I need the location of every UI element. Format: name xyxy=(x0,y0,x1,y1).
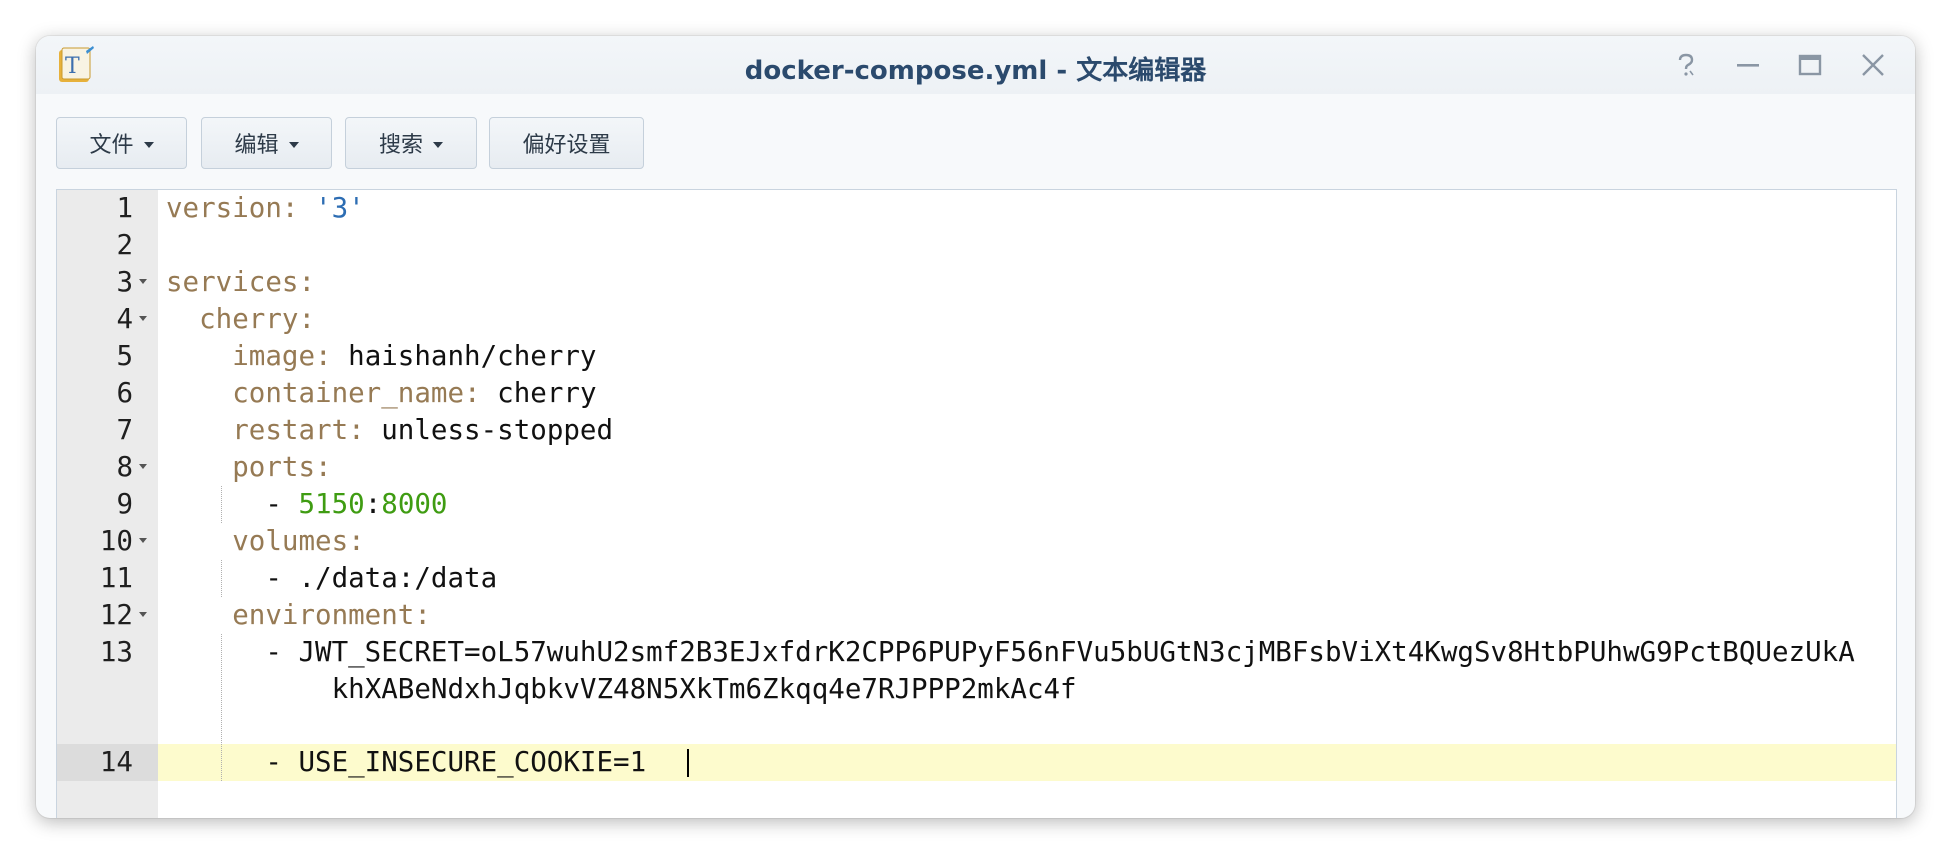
line-number: 9 xyxy=(116,488,133,520)
yaml-key: restart: xyxy=(232,414,365,446)
code-line-11: - ./data:/data xyxy=(166,560,497,597)
code-line-8: ports: xyxy=(166,449,332,486)
fold-toggle-icon[interactable] xyxy=(139,279,147,284)
line-number: 8 xyxy=(116,451,133,483)
code-line-7: restart: unless-stopped xyxy=(166,412,613,449)
yaml-value: - JWT_SECRET=oL57wuhU2smf2B3EJxfdrK2CPP6… xyxy=(265,636,1855,668)
line-number: 1 xyxy=(116,192,133,224)
code-line-3: services: xyxy=(166,264,315,301)
yaml-value: cherry xyxy=(497,377,597,409)
search-menu-button[interactable]: 搜索 xyxy=(345,117,477,169)
yaml-colon: : xyxy=(364,488,382,520)
yaml-key: image: xyxy=(232,340,332,372)
line-number: 6 xyxy=(116,377,133,409)
line-number: 11 xyxy=(99,562,133,594)
file-menu-button[interactable]: 文件 xyxy=(56,117,187,169)
line-number: 2 xyxy=(116,229,133,261)
yaml-dash: - xyxy=(265,488,282,520)
yaml-key: container_name: xyxy=(232,377,481,409)
line-number: 7 xyxy=(116,414,133,446)
code-line-14: - USE_INSECURE_COOKIE=1 xyxy=(166,744,646,781)
code-line-4: cherry: xyxy=(166,301,315,338)
yaml-value: - USE_INSECURE_COOKIE=1 xyxy=(265,746,647,778)
preferences-label: 偏好设置 xyxy=(522,133,611,158)
edit-menu-label: 编辑 xyxy=(234,133,279,158)
yaml-key: cherry: xyxy=(199,303,316,335)
yaml-number: 5150 xyxy=(298,488,365,520)
code-line-9: - 5150:8000 xyxy=(166,486,448,523)
yaml-key: ports: xyxy=(232,451,332,483)
line-number: 14 xyxy=(99,746,133,778)
preferences-button[interactable]: 偏好设置 xyxy=(489,117,644,169)
line-number: 4 xyxy=(116,303,133,335)
window-title: docker-compose.yml - 文本编辑器 xyxy=(744,56,1207,86)
code-editor[interactable]: 1 2 3 4 5 6 7 8 9 10 11 12 13 14 version… xyxy=(56,189,1897,818)
fold-toggle-icon[interactable] xyxy=(139,538,147,543)
close-icon[interactable] xyxy=(1857,49,1889,81)
yaml-key: version: xyxy=(166,192,299,224)
yaml-value: - ./data:/data xyxy=(265,562,498,594)
edit-menu-button[interactable]: 编辑 xyxy=(201,117,332,169)
code-line-6: container_name: cherry xyxy=(166,375,597,412)
fold-toggle-icon[interactable] xyxy=(139,612,147,617)
chevron-down-icon xyxy=(433,142,443,148)
code-line-10: volumes: xyxy=(166,523,365,560)
fold-toggle-icon[interactable] xyxy=(139,464,147,469)
yaml-string: '3' xyxy=(315,192,365,224)
code-line-13-wrap: khXABeNdxhJqbkvVZ48N5XkTm6Zkqq4e7RJPPP2m… xyxy=(166,671,1077,708)
chevron-down-icon xyxy=(288,142,299,148)
text-editor-window: T docker-compose.yml - 文本编辑器 文件 编辑 搜索 偏好… xyxy=(36,36,1915,818)
code-line-5: image: haishanh/cherry xyxy=(166,338,597,375)
yaml-value: khXABeNdxhJqbkvVZ48N5XkTm6Zkqq4e7RJPPP2m… xyxy=(331,673,1077,705)
yaml-value: haishanh/cherry xyxy=(348,340,597,372)
line-number: 12 xyxy=(99,599,133,631)
yaml-value: unless-stopped xyxy=(381,414,614,446)
text-cursor xyxy=(687,749,689,777)
search-menu-label: 搜索 xyxy=(378,133,423,158)
title-bar: T docker-compose.yml - 文本编辑器 xyxy=(36,36,1915,94)
minimize-icon[interactable] xyxy=(1732,49,1764,81)
fold-toggle-icon[interactable] xyxy=(139,316,147,321)
yaml-key: environment: xyxy=(232,599,431,631)
chevron-down-icon xyxy=(143,142,154,148)
code-line-12: environment: xyxy=(166,597,431,634)
line-number: 5 xyxy=(116,340,133,372)
maximize-icon[interactable] xyxy=(1794,49,1826,81)
file-menu-label: 文件 xyxy=(89,133,134,158)
code-line-13: - JWT_SECRET=oL57wuhU2smf2B3EJxfdrK2CPP6… xyxy=(166,634,1855,671)
code-line-1: version: '3' xyxy=(166,190,365,227)
help-icon[interactable] xyxy=(1670,49,1702,81)
line-number: 13 xyxy=(99,636,133,668)
line-number: 3 xyxy=(116,266,133,298)
yaml-key: volumes: xyxy=(232,525,365,557)
yaml-number: 8000 xyxy=(381,488,448,520)
line-number: 10 xyxy=(99,525,133,557)
yaml-key: services: xyxy=(166,266,316,298)
